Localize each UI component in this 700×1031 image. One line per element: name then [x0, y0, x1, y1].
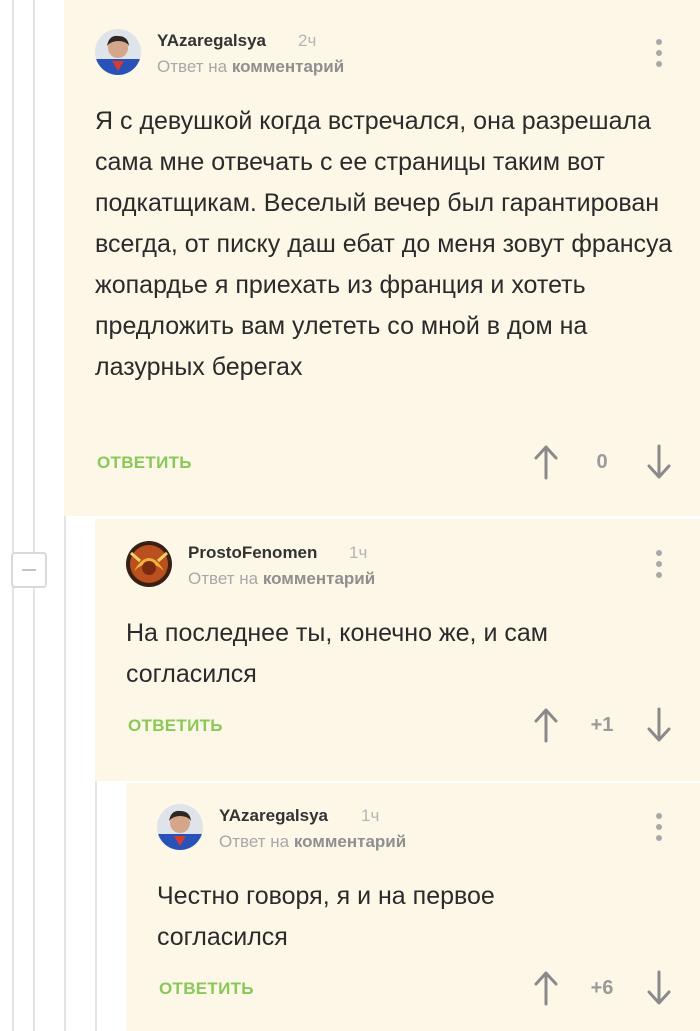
reply-button[interactable]: ОТВЕТИТЬ — [159, 979, 254, 999]
comment: YAzaregalsya 1ч Ответ на комментарий Чес… — [126, 783, 700, 1031]
minus-icon — [22, 569, 36, 571]
comment: YAzaregalsya 2ч Ответ на комментарий Я с… — [64, 0, 700, 516]
comment: ProstoFenomen 1ч Ответ на комментарий На… — [95, 519, 700, 781]
arrow-up-icon[interactable] — [533, 707, 559, 743]
timestamp: 2ч — [298, 31, 317, 50]
avatar-image — [126, 541, 172, 587]
username[interactable]: ProstoFenomen — [188, 543, 317, 563]
reply-meta: Ответ на комментарий — [219, 832, 406, 852]
reply-button[interactable]: ОТВЕТИТЬ — [97, 453, 192, 473]
comments-page: YAzaregalsya 2ч Ответ на комментарий Я с… — [0, 0, 700, 1031]
parent-comment-link[interactable]: комментарий — [294, 832, 406, 851]
comment-text: На последнее ты, конечно же, и сам согла… — [126, 619, 548, 688]
reply-meta: Ответ на комментарий — [188, 569, 375, 589]
arrow-up-icon[interactable] — [533, 970, 559, 1006]
reply-prefix: Ответ на — [157, 57, 228, 76]
avatar[interactable] — [126, 541, 172, 587]
parent-comment-link[interactable]: комментарий — [263, 569, 375, 588]
avatar-image — [95, 29, 141, 75]
arrow-up-icon[interactable] — [533, 444, 559, 480]
avatar[interactable] — [157, 804, 203, 850]
thread-line — [12, 0, 14, 1031]
username[interactable]: YAzaregalsya — [157, 31, 266, 51]
reply-meta: Ответ на комментарий — [157, 57, 344, 77]
thread-line — [95, 780, 97, 1031]
arrow-down-icon[interactable] — [646, 444, 672, 480]
collapse-thread-button[interactable] — [11, 552, 47, 588]
username[interactable]: YAzaregalsya — [219, 806, 328, 826]
comment-text: Я с девушкой когда встречался, она разре… — [95, 107, 673, 381]
arrow-down-icon[interactable] — [646, 707, 672, 743]
reply-prefix: Ответ на — [219, 832, 290, 851]
avatar[interactable] — [95, 29, 141, 75]
rating: 0 — [596, 451, 608, 473]
thread-line — [33, 0, 35, 1031]
reply-button[interactable]: ОТВЕТИТЬ — [128, 716, 223, 736]
more-vertical-icon[interactable] — [649, 549, 669, 579]
avatar-image — [157, 804, 203, 850]
more-vertical-icon[interactable] — [649, 812, 669, 842]
more-vertical-icon[interactable] — [649, 38, 669, 68]
rating: +6 — [590, 977, 614, 999]
comment-text: Честно говоря, я и на первое согласился — [157, 882, 495, 951]
timestamp: 1ч — [349, 543, 368, 562]
arrow-down-icon[interactable] — [646, 970, 672, 1006]
parent-comment-link[interactable]: комментарий — [232, 57, 344, 76]
timestamp: 1ч — [361, 806, 380, 825]
reply-prefix: Ответ на — [188, 569, 259, 588]
rating: +1 — [590, 714, 614, 736]
